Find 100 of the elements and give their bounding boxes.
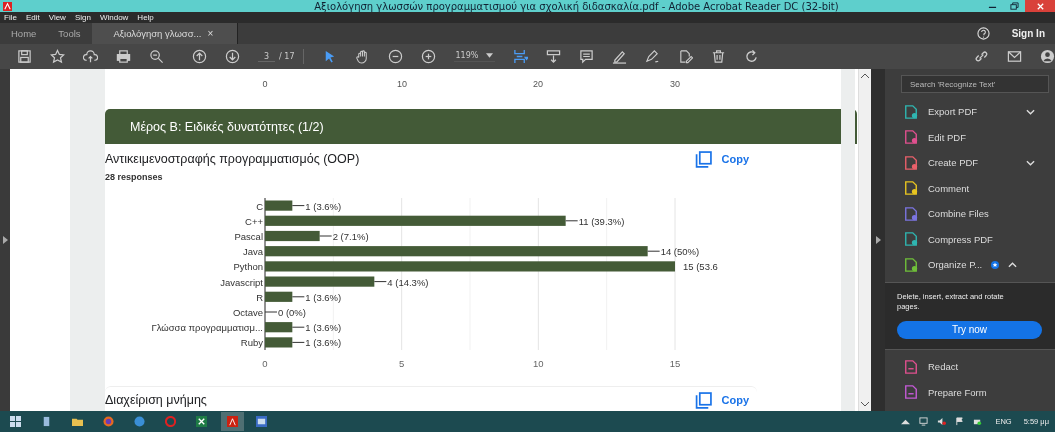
highlighter-icon[interactable] xyxy=(612,49,628,64)
close-icon xyxy=(1035,1,1045,11)
data-label: 1 (3.6%) xyxy=(291,291,342,303)
tool-item[interactable]: Edit PDF xyxy=(885,124,1055,150)
link-icon[interactable] xyxy=(974,49,989,64)
rotate-icon[interactable] xyxy=(744,49,760,64)
network-icon[interactable] xyxy=(919,417,929,426)
search-field[interactable]: Search 'Recognize Text' xyxy=(901,75,1049,93)
caret-down-icon xyxy=(486,53,494,58)
tool-item[interactable]: Comment xyxy=(885,175,1055,201)
category-label: Java xyxy=(242,246,263,258)
tool-item[interactable]: Combine Files xyxy=(885,201,1055,227)
tool-item[interactable]: Export PDF xyxy=(885,99,1055,125)
bar xyxy=(265,291,293,302)
axis-tick-label: 0 xyxy=(262,358,268,369)
menu-item[interactable]: View xyxy=(48,13,66,22)
copy-button[interactable]: Copy xyxy=(694,150,749,168)
page-up-icon[interactable] xyxy=(192,49,207,64)
page-count: / 17 xyxy=(279,52,295,61)
data-label: 1 (3.6%) xyxy=(305,200,342,212)
star-icon[interactable] xyxy=(50,49,65,64)
tab[interactable]: Tools xyxy=(47,23,92,44)
axis-tick-label: 20 xyxy=(533,79,543,89)
fit-page-icon[interactable] xyxy=(513,49,529,64)
help-icon[interactable] xyxy=(976,27,990,40)
sign-in-link[interactable]: Sign In xyxy=(1011,28,1045,39)
scroll-mode-icon[interactable] xyxy=(546,49,562,64)
data-label: 14 (50%) xyxy=(647,246,700,258)
tool-item[interactable]: Redact xyxy=(885,353,1055,380)
data-label: 1 (3.6%) xyxy=(305,291,342,303)
expand-left-panel-icon[interactable] xyxy=(2,236,8,244)
folder-icon[interactable] xyxy=(72,416,83,427)
data-label: 1 (3.6%) xyxy=(291,200,342,212)
collapse-right-panel-icon[interactable] xyxy=(875,236,881,244)
scrollbar[interactable] xyxy=(858,69,871,411)
bar xyxy=(265,322,293,333)
save-icon[interactable] xyxy=(17,49,32,64)
volume-icon[interactable] xyxy=(937,417,947,426)
print-icon[interactable] xyxy=(116,49,131,64)
tab[interactable]: Home xyxy=(0,23,48,44)
data-label: 15 (53.6 xyxy=(683,261,718,273)
category-label: Javascript xyxy=(220,276,263,288)
menu-item[interactable]: Edit xyxy=(25,13,40,22)
tab[interactable]: Αξιολόγηση γλωσσ... × xyxy=(91,23,238,44)
caret-up-icon[interactable] xyxy=(901,417,911,426)
cloud-upload-icon[interactable] xyxy=(83,49,98,64)
start-icon[interactable] xyxy=(10,416,21,427)
caret-down-icon[interactable] xyxy=(1026,108,1035,115)
page-number-field[interactable]: 3 xyxy=(258,51,276,62)
try-now-button[interactable]: Try now xyxy=(897,320,1042,339)
trash-icon[interactable] xyxy=(711,49,727,64)
tool-item[interactable]: Compress PDF xyxy=(885,226,1055,252)
axis-tick-label: 10 xyxy=(533,358,544,369)
category-label: Ruby xyxy=(240,337,263,349)
page-down-icon[interactable] xyxy=(225,49,240,64)
battery-icon[interactable] xyxy=(973,417,983,426)
zoom-out-icon[interactable] xyxy=(387,49,403,64)
data-label: 4 (14.3%) xyxy=(387,276,429,288)
zoom-in-icon[interactable] xyxy=(420,49,436,64)
data-label: 0 (0%) xyxy=(278,307,306,318)
task-view-icon[interactable] xyxy=(41,416,52,427)
data-label: 1 (3.6%) xyxy=(305,322,342,334)
menu-item[interactable]: Window xyxy=(99,13,129,22)
copy-button[interactable]: Copy xyxy=(694,391,749,409)
axis-tick-label: 30 xyxy=(670,79,680,89)
copy-icon xyxy=(694,391,712,409)
restore-icon xyxy=(1009,1,1019,11)
section-title: Μέρος Β: Ειδικές δυνατότητες (1/2) xyxy=(130,119,324,134)
category-label: Octave xyxy=(232,307,263,318)
scroll-down-icon[interactable] xyxy=(861,402,869,407)
scroll-up-icon[interactable] xyxy=(861,73,869,78)
browser-icon[interactable] xyxy=(103,416,114,427)
bar xyxy=(265,230,320,242)
data-label: 1 (3.6%) xyxy=(291,322,342,334)
close-button[interactable] xyxy=(1025,0,1055,12)
hand-icon[interactable] xyxy=(354,49,370,64)
mail-icon[interactable] xyxy=(1007,49,1022,64)
data-label: 11 (39.3%) xyxy=(578,215,625,227)
fill-sign-icon[interactable] xyxy=(678,49,694,64)
caret-down-icon[interactable] xyxy=(1026,159,1035,166)
tool-item[interactable]: Prepare Form xyxy=(885,379,1055,405)
tool-item[interactable]: Organize P... xyxy=(885,252,1055,278)
spreadsheet-icon[interactable] xyxy=(196,416,207,427)
tool-item[interactable]: Create PDF xyxy=(885,150,1055,176)
menu-item[interactable]: Help xyxy=(137,13,154,22)
comment-icon[interactable] xyxy=(579,49,595,64)
signature-pen-icon[interactable] xyxy=(645,49,661,64)
flag-icon[interactable] xyxy=(955,417,965,426)
caret-up-icon[interactable] xyxy=(1008,261,1018,268)
app-icon[interactable] xyxy=(256,416,267,427)
response-count: 28 responses xyxy=(105,172,164,182)
category-label: Pascal xyxy=(234,231,263,242)
app-icon[interactable] xyxy=(134,416,145,427)
zoom-search-icon[interactable] xyxy=(149,49,164,64)
menu-item[interactable]: File xyxy=(4,13,17,22)
user-icon[interactable] xyxy=(1040,49,1055,64)
data-label: 1 (3.6%) xyxy=(305,337,342,349)
menu-item[interactable]: Sign xyxy=(74,13,91,22)
zoom-dropdown[interactable]: 119% xyxy=(453,51,496,62)
tab-close-button[interactable]: × xyxy=(207,28,214,39)
